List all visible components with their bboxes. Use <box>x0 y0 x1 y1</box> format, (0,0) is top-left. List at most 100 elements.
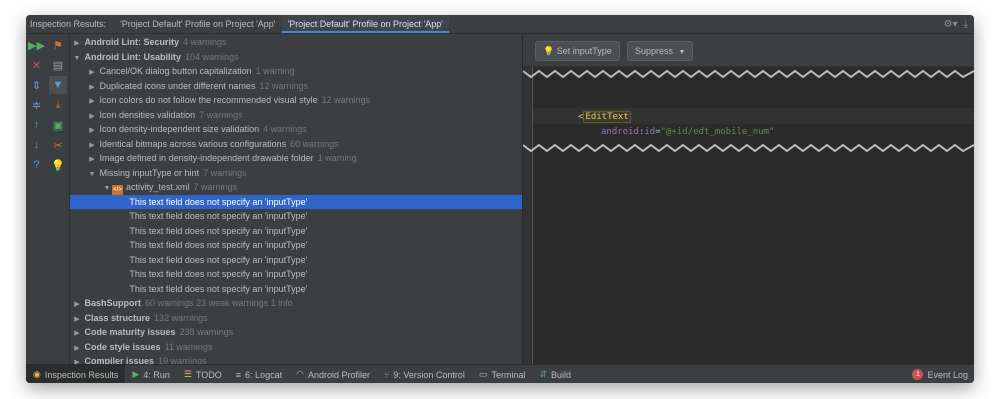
tree-row-label: This text field does not specify an 'inp… <box>129 269 308 279</box>
lightbulb-icon[interactable]: 💡 <box>49 156 67 174</box>
xml-file-icon: </> <box>112 185 123 195</box>
tree-row-count: 12 warnings <box>321 95 371 105</box>
todo-icon: ☰ <box>183 369 192 379</box>
tree-row[interactable]: ▶ Code style issues 11 warnings <box>70 340 522 355</box>
toolwindow-logcat[interactable]: ≡ 6: Logcat <box>229 365 289 383</box>
set-input-type-button[interactable]: 💡 Set inputType <box>535 41 620 61</box>
tree-row-label: This text field does not specify an 'inp… <box>129 240 308 250</box>
tree-row[interactable]: This text field does not specify an 'inp… <box>70 224 522 239</box>
tree-row[interactable]: ▶ Icon densities validation 7 warnings <box>70 108 522 123</box>
tree-row[interactable]: This text field does not specify an 'inp… <box>70 282 522 297</box>
tree-row[interactable]: ▶ Code maturity issues 238 warnings <box>70 325 522 340</box>
tree-row[interactable]: ▶ Image defined in density-independent d… <box>70 151 522 166</box>
tree-row-count: 4 warnings <box>263 124 307 134</box>
dropdown-arrow-icon: ▼ <box>678 49 686 56</box>
fix-icon[interactable]: ✂ <box>49 136 67 154</box>
toolwindow-inspection[interactable]: ◉ Inspection Results <box>26 365 126 383</box>
tree-row-label: Android Lint: Usability <box>84 51 182 62</box>
filter-icon[interactable]: ▼ <box>49 76 67 94</box>
tree-row-count: 12 warnings <box>259 80 308 91</box>
edit-settings-icon[interactable]: ▣ <box>49 116 67 134</box>
inspection-header: Inspection Results: 'Project Default' Pr… <box>26 15 974 34</box>
tree-row-label: Class structure <box>84 312 151 323</box>
tree-row[interactable]: ▶ Icon colors do not follow the recommen… <box>70 93 522 108</box>
tree-row[interactable]: This text field does not specify an 'inp… <box>70 209 522 224</box>
hide-icon[interactable]: ⤓ <box>964 19 968 30</box>
quick-fix-bar: 💡 Set inputType Suppress ▼ <box>523 34 974 67</box>
tree-row-label: Cancel/OK dialog button capitalization <box>99 66 252 76</box>
tree-row-count: 19 warnings <box>158 356 207 364</box>
left-action-toolbar: ▶▶ ✕ ⇕ ≑ ↑ ↓? <box>26 34 47 364</box>
tree-row[interactable]: ▶ Icon density-independent size validati… <box>70 122 522 137</box>
tree-row[interactable]: ▼ </> activity_test.xml 7 warnings <box>70 180 522 195</box>
fold-bottom-edge <box>523 143 974 153</box>
tree-row-count: 1 warning <box>255 66 295 76</box>
tree-row[interactable]: ▶ Identical bitmaps across various confi… <box>70 137 522 152</box>
tree-row-label: BashSupport <box>84 298 142 308</box>
inspection-tree: ▶ Android Lint: Security 4 warnings ▼ Andr… <box>70 34 522 364</box>
tree-row-label: Code style issues <box>84 341 161 352</box>
chevron-right-icon[interactable]: ▶ <box>72 356 82 364</box>
tree-row[interactable]: ▼ Android Lint: Usability 104 warnings <box>70 50 522 65</box>
attr-name: id <box>644 127 656 137</box>
toolwindow-label: 4: Run <box>143 369 170 380</box>
toolwindow-version-control[interactable]: ⑂ 9: Version Control <box>377 365 472 383</box>
panel-title: Inspection Results: <box>30 19 107 29</box>
group-by-directory-icon[interactable]: ▤ <box>49 56 67 74</box>
group-by-severity-icon[interactable]: ⚑ <box>49 36 67 54</box>
toolwindow-run[interactable]: ▶ 4: Run <box>125 365 176 383</box>
toolwindow-terminal[interactable]: ▭ Terminal <box>472 365 533 383</box>
tree-row[interactable]: ▼ Missing inputType or hint 7 warnings <box>70 166 522 181</box>
toolwindow-todo[interactable]: ☰ TODO <box>177 365 229 383</box>
tree-row[interactable]: ▶ Duplicated icons under different names… <box>70 79 522 94</box>
tool-window-bar: ◉ Inspection Results ▶ 4: Run ☰ TODO ≡ 6: Logca… <box>26 364 974 383</box>
tab-profile-2[interactable]: 'Project Default' Profile on Project 'Ap… <box>281 15 449 33</box>
toolwindow-label: Terminal <box>491 369 526 380</box>
inspection-icon: ◉ <box>33 369 41 379</box>
suppress-dropdown[interactable]: Suppress ▼ <box>627 41 694 61</box>
toolwindow-profiler[interactable]: ◠ Android Profiler <box>289 365 377 383</box>
tree-row-count: 11 warnings <box>164 341 213 352</box>
collapse-all-icon[interactable]: ≑ <box>28 96 46 114</box>
tree-row[interactable]: This text field does not specify an 'inp… <box>70 194 522 209</box>
tree-row[interactable]: ▶ Compiler issues 19 warnings <box>70 354 522 364</box>
tree-row[interactable]: This text field does not specify an 'inp… <box>70 253 522 268</box>
tree-row[interactable]: ▶ BashSupport 60 warnings 23 weak warning… <box>70 296 522 311</box>
tree-row-count: 1 warning <box>317 153 357 163</box>
tree-row-count: 132 warnings <box>154 312 208 323</box>
tab-profile-1[interactable]: 'Project Default' Profile on Project 'Ap… <box>114 15 281 33</box>
tree-row[interactable]: ▶ Android Lint: Security 4 warnings <box>70 35 522 50</box>
export-icon[interactable]: ⤓ <box>49 96 67 114</box>
event-log-button[interactable]: 1 Event Log <box>912 365 968 383</box>
event-log-label: Event Log <box>927 369 968 380</box>
next-icon[interactable]: ↓ <box>28 136 46 154</box>
expand-all-icon[interactable]: ⇕ <box>28 76 46 94</box>
tree-row[interactable]: ▶ Cancel/OK dialog button capitalization… <box>70 64 522 79</box>
tree-row-label: Icon colors do not follow the recommende… <box>99 95 318 105</box>
tree-row-count: 60 warnings 23 weak warnings 1 info <box>145 298 293 308</box>
previous-icon[interactable]: ↑ <box>28 116 46 134</box>
tree-row-count: 60 warnings <box>290 138 339 149</box>
tree-row[interactable]: This text field does not specify an 'inp… <box>70 238 522 253</box>
close-icon[interactable]: ✕ <box>28 56 46 74</box>
build-icon: ⇵ <box>539 369 547 379</box>
attr-value: "@+id/edt_mobile_num" <box>660 127 775 137</box>
lightbulb-icon: 💡 <box>543 46 555 56</box>
toolwindow-label: Android Profiler <box>307 369 370 380</box>
tree-row-count: 7 warnings <box>203 167 247 178</box>
tree-row-count: 104 warnings <box>185 51 239 62</box>
help-icon[interactable]: ? <box>28 156 46 174</box>
tree-row-count: 7 warnings <box>193 182 238 192</box>
tree-row-label: This text field does not specify an 'inp… <box>129 211 308 221</box>
tree-row[interactable]: This text field does not specify an 'inp… <box>70 267 522 282</box>
problem-detail-panel: 💡 Set inputType Suppress ▼ < EditText and… <box>523 34 974 364</box>
tree-row-label: Duplicated icons under different names <box>99 80 256 91</box>
tree-row-count: 238 warnings <box>179 327 234 337</box>
toolwindow-build[interactable]: ⇵ Build <box>532 365 578 383</box>
tree-row[interactable]: ▶ Class structure 132 warnings <box>70 311 522 326</box>
rerun-icon[interactable]: ▶▶ <box>28 36 46 54</box>
toolwindow-label: 6: Logcat <box>245 369 283 380</box>
left-view-toolbar: ⚑ ▤ ▼ ⤓ ▣ ✂ 💡 <box>47 34 70 364</box>
profiler-icon: ◠ <box>296 369 304 379</box>
gear-icon[interactable]: ⚙▾ <box>944 19 958 30</box>
